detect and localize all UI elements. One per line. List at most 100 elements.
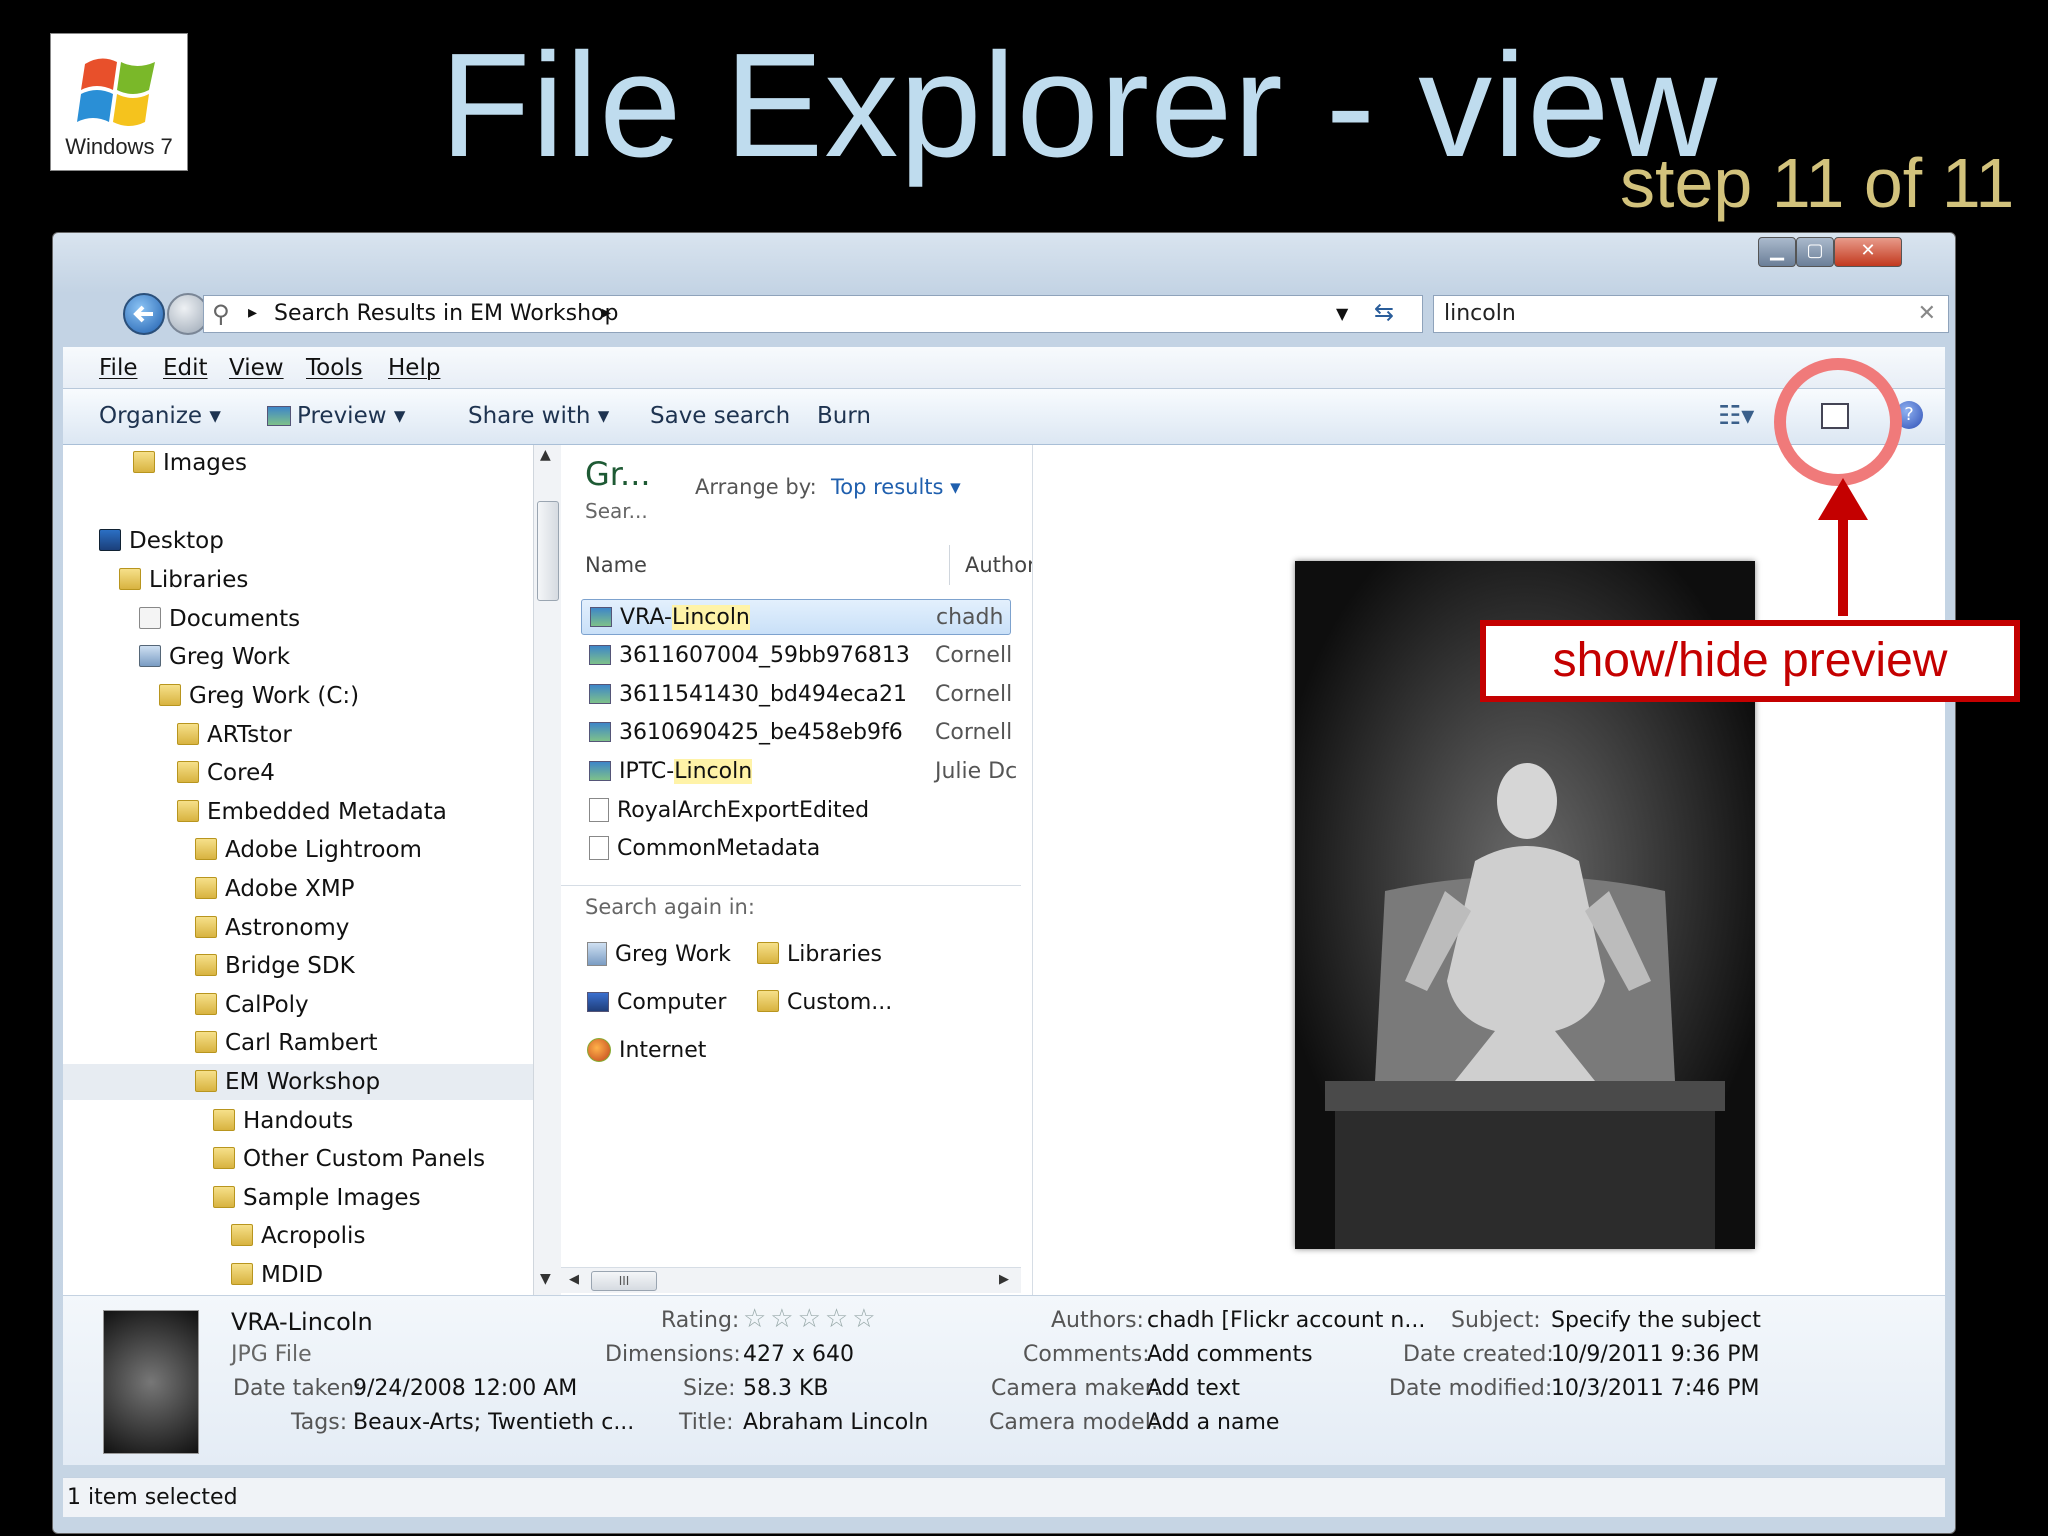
tree-item-carl-rambert[interactable]: Carl Rambert xyxy=(195,1025,378,1061)
tree-item-astronomy[interactable]: Astronomy xyxy=(195,910,349,946)
scroll-down-icon[interactable]: ▼ xyxy=(540,1271,551,1287)
menu-help[interactable]: Help xyxy=(388,355,440,381)
column-header-author[interactable]: Author xyxy=(965,553,1032,577)
folder-icon xyxy=(195,916,217,938)
help-icon[interactable]: ? xyxy=(1895,401,1923,429)
folder-icon xyxy=(195,1031,217,1053)
folder-icon xyxy=(177,800,199,822)
scroll-thumb[interactable]: III xyxy=(591,1271,657,1291)
maximize-button[interactable]: ▢ xyxy=(1796,237,1834,267)
image-icon xyxy=(589,645,611,665)
camera-model-value[interactable]: Add a name xyxy=(1147,1410,1279,1435)
address-dropdown-icon[interactable]: ▼ xyxy=(1336,304,1348,323)
image-icon xyxy=(589,761,611,781)
tree-item-other-custom-panels[interactable]: Other Custom Panels xyxy=(213,1141,485,1177)
date-created-label: Date created: xyxy=(1403,1342,1554,1367)
nav-scrollbar[interactable]: ▲ ▼ xyxy=(533,445,561,1295)
navigation-pane: Images Desktop Libraries Documents Greg … xyxy=(63,445,533,1295)
burn-button[interactable]: Burn xyxy=(817,403,871,429)
preview-button[interactable]: Preview ▾ xyxy=(267,403,405,429)
title-value[interactable]: Abraham Lincoln xyxy=(743,1410,928,1435)
tree-item-images[interactable]: Images xyxy=(133,445,247,481)
file-row[interactable]: RoyalArchExportEdited xyxy=(581,793,1011,829)
search-again-divider xyxy=(561,885,1021,886)
tree-item-mdid[interactable]: MDID xyxy=(231,1257,323,1293)
scroll-right-icon[interactable]: ▶ xyxy=(999,1272,1009,1287)
rating-stars[interactable]: ☆☆☆☆☆ xyxy=(743,1304,880,1334)
column-header-name[interactable]: Name xyxy=(585,553,647,577)
search-again-custom[interactable]: Custom... xyxy=(757,985,917,1021)
scroll-up-icon[interactable]: ▲ xyxy=(540,447,551,463)
save-search-button[interactable]: Save search xyxy=(650,403,790,429)
scroll-left-icon[interactable]: ◀ xyxy=(569,1272,579,1287)
desktop-icon xyxy=(99,529,121,551)
tree-item-greg-work[interactable]: Greg Work xyxy=(139,639,290,675)
back-button[interactable] xyxy=(123,293,165,335)
file-row[interactable]: IPTC-Lincoln Julie Dc xyxy=(581,754,1017,790)
tree-item-documents[interactable]: Documents xyxy=(139,601,300,637)
file-list-pane: Gr... Sear... Arrange by: Top results ▾ … xyxy=(561,445,1033,1295)
date-taken-value[interactable]: 9/24/2008 12:00 AM xyxy=(353,1376,577,1401)
image-icon xyxy=(589,684,611,704)
folder-icon xyxy=(195,877,217,899)
tree-item-handouts[interactable]: Handouts xyxy=(213,1103,353,1139)
tree-item-greg-work-c[interactable]: Greg Work (C:) xyxy=(159,678,359,714)
minimize-button[interactable]: ▁ xyxy=(1758,237,1796,267)
share-with-button[interactable]: Share with ▾ xyxy=(468,403,609,429)
file-row[interactable]: 3610690425_be458eb9f6 Cornell xyxy=(581,715,1012,751)
change-view-icon[interactable]: ☷▾ xyxy=(1718,401,1754,431)
tree-item-core4[interactable]: Core4 xyxy=(177,755,275,791)
tree-item-desktop[interactable]: Desktop xyxy=(99,523,224,559)
library-icon xyxy=(587,942,607,966)
file-row[interactable]: 3611541430_bd494eca21 Cornell xyxy=(581,677,1012,713)
folder-icon xyxy=(195,993,217,1015)
camera-maker-value[interactable]: Add text xyxy=(1147,1376,1240,1401)
details-type: JPG File xyxy=(231,1342,312,1367)
menu-tools[interactable]: Tools xyxy=(306,355,363,381)
tree-item-adobe-lightroom[interactable]: Adobe Lightroom xyxy=(195,832,422,868)
arrange-dropdown[interactable]: Top results ▾ xyxy=(831,475,961,499)
tree-item-adobe-xmp[interactable]: Adobe XMP xyxy=(195,871,355,907)
refresh-icon[interactable]: ⇆ xyxy=(1374,298,1394,326)
menu-view[interactable]: View xyxy=(229,355,284,381)
search-box[interactable]: lincoln ✕ xyxy=(1433,295,1949,333)
horizontal-scrollbar[interactable]: ◀ III ▶ xyxy=(561,1267,1021,1293)
preview-pane-toggle-icon[interactable] xyxy=(1821,403,1849,429)
comments-value[interactable]: Add comments xyxy=(1147,1342,1313,1367)
subject-value[interactable]: Specify the subject xyxy=(1551,1308,1761,1333)
search-again-greg-work[interactable]: Greg Work xyxy=(587,937,747,973)
windows-flag-icon xyxy=(77,58,155,126)
tree-item-sample-images[interactable]: Sample Images xyxy=(213,1180,421,1216)
folder-icon xyxy=(177,723,199,745)
column-divider[interactable] xyxy=(949,545,950,585)
search-folder-icon: ⚲ xyxy=(212,300,230,328)
breadcrumb[interactable]: Search Results in EM Workshop xyxy=(274,301,618,326)
search-again-computer[interactable]: Computer xyxy=(587,985,747,1021)
status-text: 1 item selected xyxy=(67,1485,238,1510)
tree-item-libraries[interactable]: Libraries xyxy=(119,562,248,598)
scroll-thumb[interactable] xyxy=(537,501,559,601)
tree-item-calpoly[interactable]: CalPoly xyxy=(195,987,309,1023)
tree-item-bridge-sdk[interactable]: Bridge SDK xyxy=(195,948,355,984)
search-again-libraries[interactable]: Libraries xyxy=(757,937,917,973)
tree-item-em-workshop[interactable]: EM Workshop xyxy=(63,1064,533,1100)
file-row[interactable]: CommonMetadata xyxy=(581,831,1011,867)
menu-edit[interactable]: Edit xyxy=(163,355,208,381)
tree-item-acropolis[interactable]: Acropolis xyxy=(231,1218,365,1254)
organize-button[interactable]: Organize ▾ xyxy=(99,403,221,429)
file-row[interactable]: VRA-Lincoln chadh xyxy=(581,599,1011,635)
logo-label: Windows 7 xyxy=(65,134,173,159)
clear-search-icon[interactable]: ✕ xyxy=(1918,301,1936,326)
breadcrumb-arrow-icon: ▸ xyxy=(248,302,258,323)
tree-item-embedded-metadata[interactable]: Embedded Metadata xyxy=(177,794,447,830)
tree-item-artstor[interactable]: ARTstor xyxy=(177,717,292,753)
tags-value[interactable]: Beaux-Arts; Twentieth c... xyxy=(353,1410,634,1435)
close-button[interactable]: ✕ xyxy=(1834,237,1902,267)
authors-value[interactable]: chadh [Flickr account n... xyxy=(1147,1308,1425,1333)
menu-file[interactable]: File xyxy=(99,355,138,381)
address-bar[interactable]: ⚲ ▸ Search Results in EM Workshop ▸ ▼ ⇆ xyxy=(203,295,1423,333)
search-input[interactable]: lincoln xyxy=(1444,301,1516,326)
camera-maker-label: Camera maker: xyxy=(991,1376,1161,1401)
file-row[interactable]: 3611607004_59bb976813 Cornell xyxy=(581,638,1012,674)
search-again-internet[interactable]: Internet xyxy=(587,1033,747,1069)
